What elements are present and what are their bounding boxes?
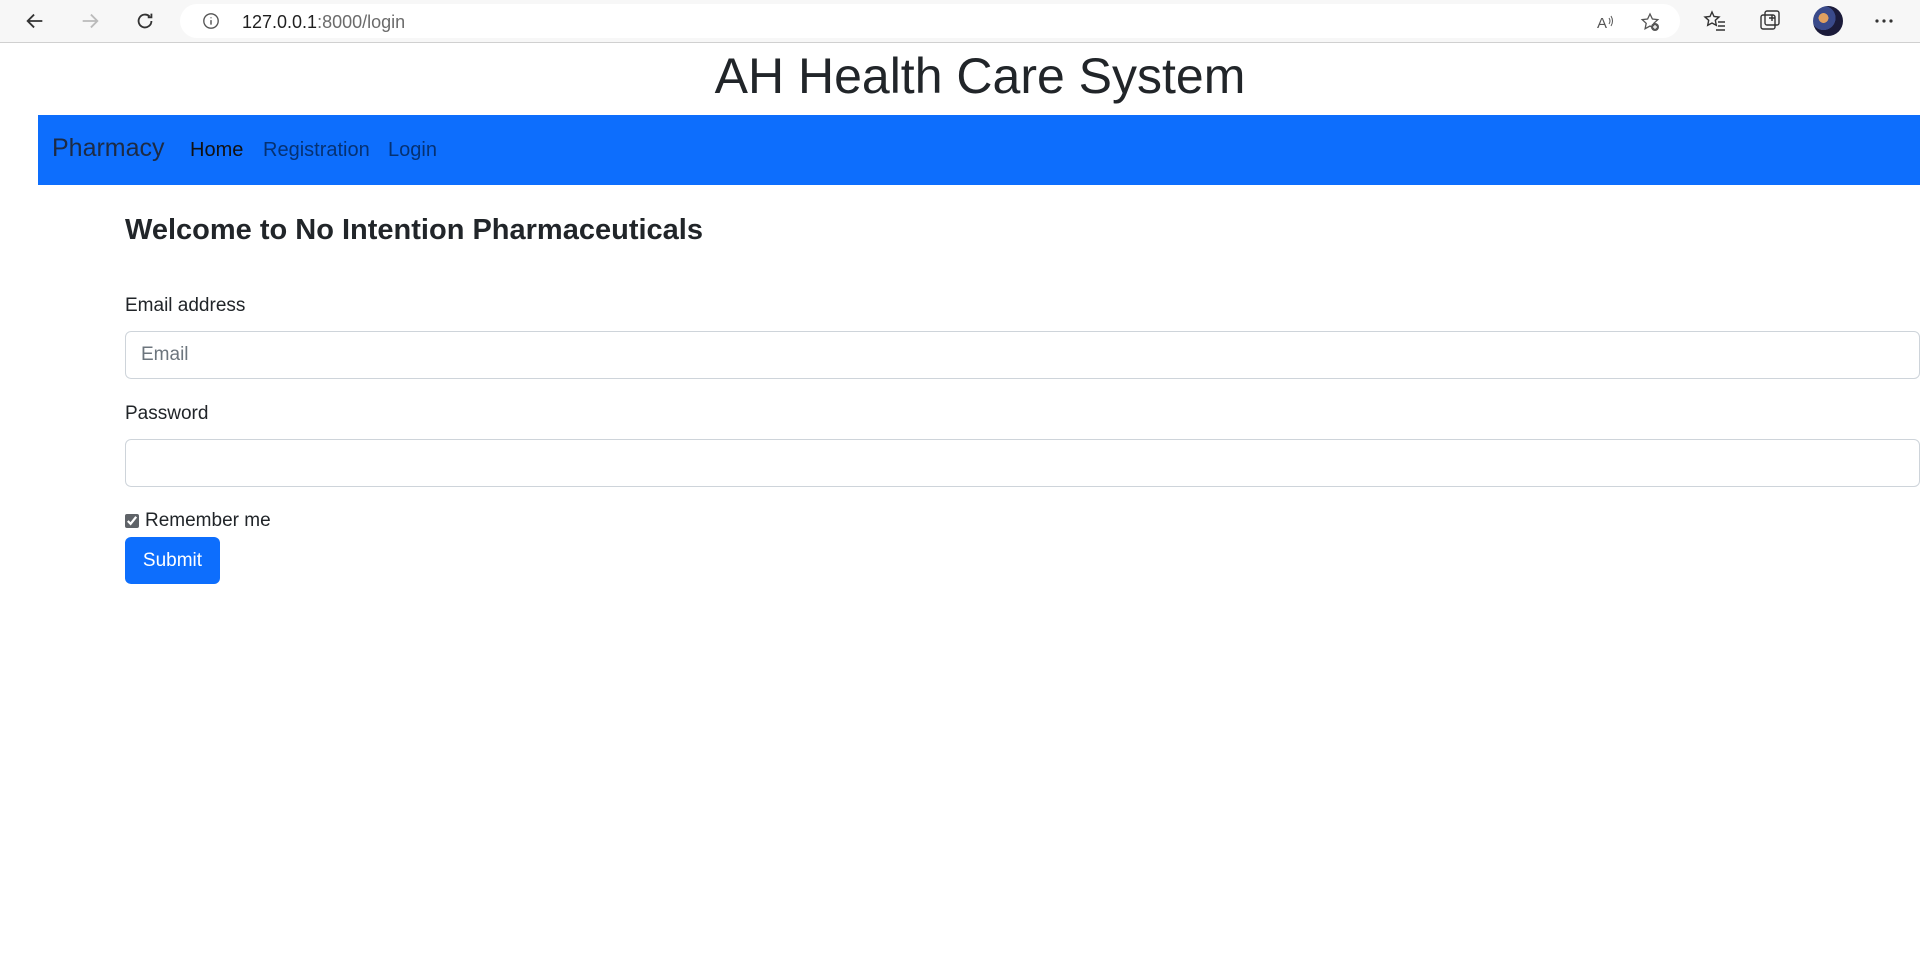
arrow-right-icon [82,13,99,29]
read-aloud-icon[interactable]: A [1595,12,1615,32]
back-button[interactable] [20,6,50,36]
email-field[interactable] [125,331,1920,379]
favorites-icon[interactable] [1703,9,1727,33]
welcome-heading: Welcome to No Intention Pharmaceuticals [125,214,703,246]
svg-text:A: A [1597,15,1607,32]
site-title: AH Health Care System [714,48,1246,104]
profile-avatar[interactable] [1813,6,1843,36]
nav-link-login[interactable]: Login [388,139,437,162]
forward-button[interactable] [75,6,105,36]
password-field[interactable] [125,439,1920,487]
email-label: Email address [125,295,246,316]
nav-link-registration[interactable]: Registration [263,139,370,162]
reload-icon [137,13,153,29]
arrow-left-icon [26,13,43,29]
main-navbar: Pharmacy Home Registration Login [38,115,1920,185]
navbar-brand[interactable]: Pharmacy [52,134,165,163]
nav-link-home[interactable]: Home [190,139,243,162]
collections-icon[interactable] [1758,9,1782,33]
remember-checkbox[interactable] [125,514,139,528]
password-label: Password [125,403,209,424]
add-favorite-icon[interactable] [1640,12,1660,32]
url-text[interactable]: 127.0.0.1:8000/login [242,12,405,33]
browser-toolbar: 127.0.0.1:8000/login A [0,0,1920,43]
more-menu-icon[interactable] [1872,9,1896,33]
reload-button[interactable] [130,6,160,36]
remember-row: Remember me [125,510,271,532]
info-icon[interactable] [202,12,220,30]
submit-button[interactable]: Submit [125,537,220,584]
remember-label[interactable]: Remember me [145,510,271,532]
address-bar[interactable]: 127.0.0.1:8000/login A [180,4,1680,38]
